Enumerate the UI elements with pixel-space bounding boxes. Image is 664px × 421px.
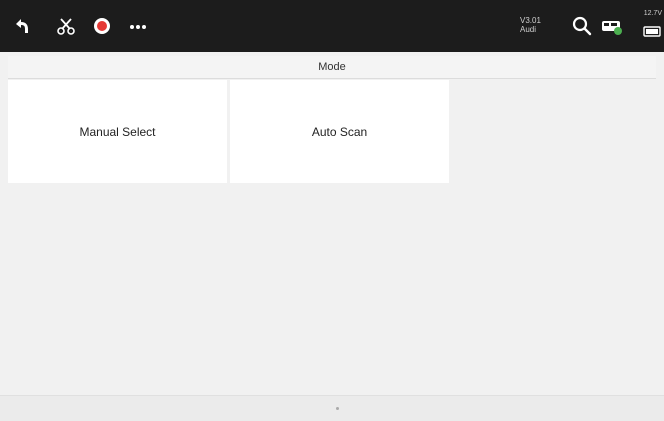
back-icon[interactable] (10, 14, 34, 38)
battery-voltage: 12.7V (643, 10, 662, 17)
mode-header: Mode (8, 56, 656, 79)
battery-icon (643, 26, 661, 37)
bottom-bar (0, 395, 664, 421)
version-info: V3.01 Audi (520, 16, 541, 34)
scissors-icon[interactable] (54, 14, 78, 38)
top-toolbar: V3.01 Audi 12.7V (0, 0, 664, 52)
auto-scan-label: Auto Scan (311, 124, 368, 139)
manual-select-button[interactable]: Manual Select (8, 80, 227, 183)
vehicle-make: Audi (520, 25, 537, 34)
page-indicator (336, 407, 339, 410)
vehicle-connection-icon[interactable] (600, 14, 624, 38)
content-area (8, 183, 656, 390)
battery-status: 12.7V (640, 10, 662, 41)
auto-scan-button[interactable]: Auto Scan (230, 80, 449, 183)
manual-select-label: Manual Select (79, 124, 156, 139)
version-number: V3.01 (520, 16, 541, 25)
search-icon[interactable] (570, 14, 594, 38)
mode-title: Mode (318, 61, 346, 73)
more-icon[interactable] (126, 14, 150, 38)
record-icon[interactable] (90, 14, 114, 38)
